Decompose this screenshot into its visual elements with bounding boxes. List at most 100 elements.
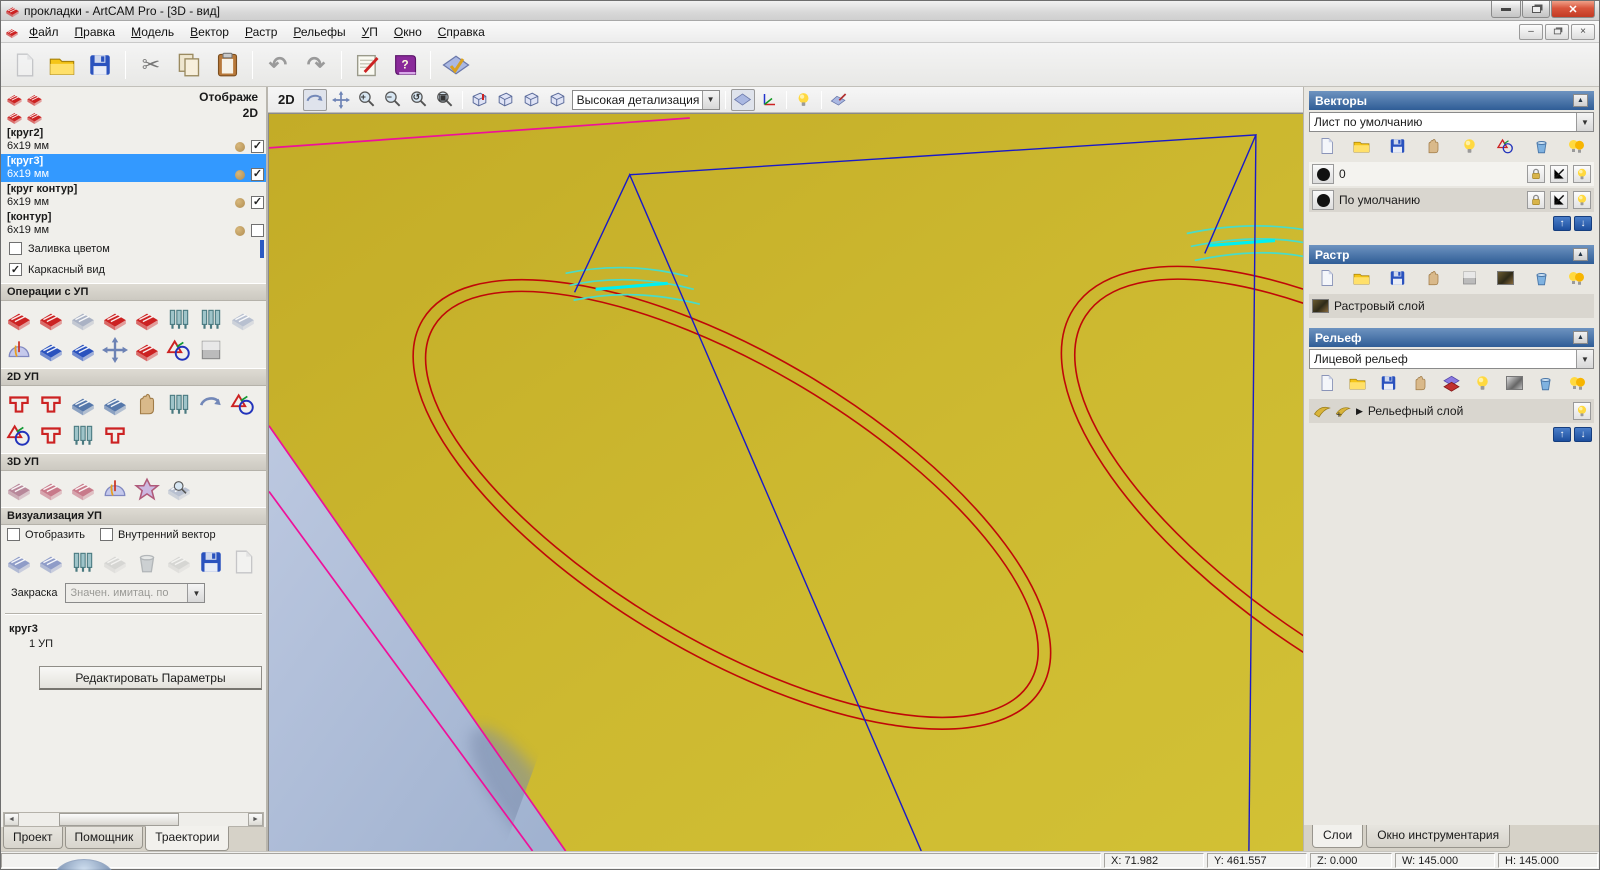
new-relief-layer-icon[interactable] [1315,373,1337,393]
open-relief-layer-icon[interactable] [1346,373,1368,393]
simulate-toolpath-icon[interactable] [5,547,33,576]
paste-icon[interactable] [210,48,244,82]
layer-visibility-bulb-icon[interactable] [1573,402,1591,420]
save-icon[interactable] [83,48,117,82]
relief-layer-row[interactable]: + ▶ Рельефный слой [1309,399,1594,423]
menu-edit[interactable]: Правка [67,22,124,42]
save-simulation-icon[interactable] [165,547,193,576]
zoom-out-icon[interactable]: − [381,89,405,111]
zoom-extents-icon[interactable]: ▣ [433,89,457,111]
toolpath-visible-checkbox[interactable] [251,224,264,237]
toolpath-item-krug-kontur[interactable]: [круг контур] 6х19 мм [1,182,266,210]
vector-layer-row-0[interactable]: 0 [1309,162,1594,186]
simulation-relief-icon[interactable] [229,547,257,576]
fill-color-checkbox[interactable] [9,242,22,255]
smart-engraving-icon[interactable] [133,389,161,418]
machine-vector-3d-icon[interactable] [133,474,161,503]
mdi-minimize-button[interactable]: – [1519,23,1543,40]
collapse-icon[interactable]: ▲ [1573,94,1588,107]
detail-level-dropdown[interactable]: Высокая детализация ▼ [571,89,720,110]
feature-machine-icon[interactable] [37,474,65,503]
expand-arrow-icon[interactable]: ▶ [1356,406,1363,417]
help-book-icon[interactable] [388,48,422,82]
zoom-in-icon[interactable]: + [355,89,379,111]
move-layer-down-icon[interactable]: ↓ [1574,427,1592,442]
snap-shapes-icon[interactable] [1494,136,1516,156]
copy-toolpath-icon[interactable] [133,335,161,364]
circular-toolpath-icon[interactable] [197,389,225,418]
shading-dropdown[interactable]: Значен. имитац. по ▼ [65,583,206,603]
merge-bitmap-icon[interactable] [1423,268,1445,288]
batch-calc-icon[interactable] [133,304,161,333]
tab-tool-window[interactable]: Окно инструментария [1366,825,1511,848]
load-toolpath-icon[interactable] [69,335,97,364]
restore-button[interactable] [1522,1,1550,18]
add-relief-icon[interactable]: + [1335,403,1351,419]
wireframe-checkbox[interactable] [9,263,22,276]
load-simulation-icon[interactable] [197,547,225,576]
menu-model[interactable]: Модель [123,22,182,42]
save-toolpath-icon[interactable] [5,304,33,333]
undo-icon[interactable]: ↶ [261,48,295,82]
new-bitmap-layer-icon[interactable] [1315,268,1337,288]
menu-vector[interactable]: Вектор [182,22,237,42]
menu-toolpaths[interactable]: УП [354,22,386,42]
relief-layers-icon[interactable] [1441,373,1463,393]
delete-simulation-icon[interactable] [101,547,129,576]
iso-view-icon[interactable] [468,89,492,111]
bitmap-layer-row[interactable]: Растровый слой [1309,294,1594,318]
toolpath-item-kontur[interactable]: [контур] 6х19 мм [1,210,266,238]
cut-icon[interactable]: ✂ [134,48,168,82]
new-vector-layer-icon[interactable] [1315,136,1337,156]
tool-database-icon[interactable] [197,304,225,333]
scroll-right-icon[interactable]: ► [248,813,263,826]
order-machining-icon[interactable] [5,420,33,449]
simulate-all-icon[interactable] [69,547,97,576]
relief-preview-icon[interactable] [1503,373,1525,393]
rotate-view-icon[interactable] [302,88,327,111]
mdi-restore-button[interactable] [1545,23,1569,40]
tab-toolpaths[interactable]: Траектории [145,826,230,851]
minimize-button[interactable] [1491,1,1521,18]
machine-relief-icon[interactable] [5,474,33,503]
save-relief-layer-icon[interactable] [1378,373,1400,393]
edit-model-notes-icon[interactable] [350,48,384,82]
tab-assistant[interactable]: Помощник [64,827,144,849]
reset-simulation-icon[interactable] [133,547,161,576]
multi-drill-icon[interactable] [69,420,97,449]
delete-bitmap-layer-icon[interactable] [1530,268,1552,288]
greyscale-icon[interactable] [1458,268,1480,288]
save-toolpath-as-icon[interactable] [37,335,65,364]
merge-vector-layers-icon[interactable] [1423,136,1445,156]
panel-splitter-bar[interactable] [260,240,264,258]
menu-file[interactable]: Файл [21,22,67,42]
open-bitmap-layer-icon[interactable] [1351,268,1373,288]
simulation-map-icon[interactable] [197,335,225,364]
all-layers-bulb-icon[interactable] [1566,136,1588,156]
delete-relief-layer-icon[interactable] [1535,373,1557,393]
menu-help[interactable]: Справка [430,22,493,42]
collapse-icon[interactable]: ▲ [1573,248,1588,261]
area-clear-toolpath-icon[interactable] [37,389,65,418]
scroll-left-icon[interactable]: ◄ [4,813,19,826]
view-along-z-icon[interactable] [546,89,570,111]
tab-project[interactable]: Проект [3,827,63,849]
relief-bulb-icon[interactable] [1472,373,1494,393]
shade-material-icon[interactable] [827,89,851,111]
toggle-layer-bulb-icon[interactable] [1458,136,1480,156]
toolpath-item-krug2[interactable]: [круг2] 6х19 мм [1,126,266,154]
all-bitmap-bulb-icon[interactable] [1566,268,1588,288]
profile-toolpath-icon[interactable] [5,389,33,418]
redo-icon[interactable]: ↷ [299,48,333,82]
scrollbar-thumb[interactable] [59,813,179,826]
close-button[interactable]: ✕ [1551,1,1595,18]
view-along-x-icon[interactable] [494,89,518,111]
horizontal-scrollbar[interactable]: ◄ ► [3,812,264,827]
extra-2d-toolpath-icon[interactable] [229,389,257,418]
toolpath-visible-checkbox[interactable] [251,196,264,209]
layer-visibility-bulb-icon[interactable] [1573,165,1591,183]
toolpath-visible-checkbox[interactable] [251,140,264,153]
show-simulation-checkbox[interactable] [7,528,20,541]
layer-color-swatch[interactable] [1312,190,1334,210]
simulate-fast-icon[interactable] [37,547,65,576]
